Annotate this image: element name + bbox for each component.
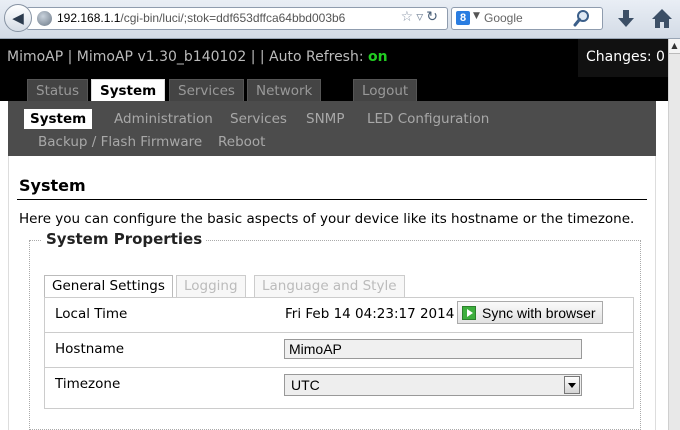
tab-logout[interactable]: Logout — [353, 79, 418, 101]
bookmark-star-icon[interactable]: ☆ — [401, 9, 417, 25]
url-text[interactable]: 192.168.1.1/cgi-bin/luci/;stok=ddf653dff… — [57, 11, 375, 25]
scroll-up-icon[interactable]: ▲ — [669, 39, 680, 54]
sync-button-label: Sync with browser — [482, 304, 596, 321]
google-engine-icon[interactable]: 8 — [456, 11, 470, 25]
site-identity-icon[interactable] — [37, 11, 52, 26]
tab-status[interactable]: Status — [27, 79, 89, 101]
fieldset-legend: System Properties — [42, 230, 207, 248]
chevron-down-icon[interactable] — [564, 376, 580, 394]
search-bar[interactable]: 8 ▼ Google — [451, 7, 603, 30]
header-title: MimoAP | MimoAP v1.30_b140102 | | Auto R… — [7, 49, 388, 65]
subnav-reboot[interactable]: Reboot — [218, 132, 265, 152]
page-description: Here you can configure the basic aspects… — [19, 211, 635, 227]
reload-icon[interactable]: ↻ — [426, 9, 441, 25]
tab-language-and-style[interactable]: Language and Style — [254, 275, 405, 297]
search-icon[interactable] — [572, 8, 596, 29]
hostname-label: Hostname — [55, 341, 125, 357]
hostname-input[interactable]: MimoAP — [284, 339, 582, 359]
header-title-text: MimoAP | MimoAP v1.30_b140102 | | Auto R… — [7, 49, 369, 65]
title-divider — [17, 199, 647, 200]
sub-navigation: System Administration Services SNMP LED … — [8, 101, 656, 156]
page-scrollbar[interactable]: ▲ — [668, 39, 680, 430]
engine-dropdown-icon[interactable]: ▼ — [473, 11, 480, 21]
play-icon — [462, 305, 476, 320]
timezone-label: Timezone — [55, 376, 121, 392]
tab-system[interactable]: System — [91, 79, 166, 101]
sync-with-browser-button[interactable]: Sync with browser — [457, 301, 603, 324]
local-time-value: Fri Feb 14 04:23:17 2014 — [285, 306, 455, 322]
page-title: System — [19, 176, 86, 195]
tab-logging[interactable]: Logging — [176, 275, 246, 297]
subnav-administration[interactable]: Administration — [114, 109, 213, 129]
page: MimoAP | MimoAP v1.30_b140102 | | Auto R… — [0, 39, 668, 430]
download-icon[interactable] — [614, 7, 638, 31]
subnav-snmp[interactable]: SNMP — [306, 109, 344, 129]
content-area: System Here you can configure the basic … — [8, 156, 656, 430]
timezone-row: Timezone UTC — [45, 368, 633, 403]
url-host: 192.168.1.1 — [57, 11, 121, 25]
subnav-system[interactable]: System — [24, 109, 93, 129]
subnav-services[interactable]: Services — [230, 109, 287, 129]
url-path: /cgi-bin/luci/;stok=ddf653dffca64bbd003b… — [120, 11, 346, 25]
hostname-row: Hostname MimoAP — [45, 333, 633, 368]
settings-table: Local Time Fri Feb 14 04:23:17 2014 Sync… — [44, 297, 634, 409]
local-time-row: Local Time Fri Feb 14 04:23:17 2014 Sync… — [45, 298, 633, 333]
changes-counter[interactable]: Changes: 0 — [578, 39, 668, 77]
main-tabs: Status System Services Network Logout — [0, 77, 668, 101]
auto-refresh-toggle[interactable]: on — [368, 49, 388, 65]
tab-general-settings[interactable]: General Settings — [44, 275, 173, 297]
url-tools: ☆▿↻ — [401, 9, 441, 25]
search-input[interactable]: Google — [484, 11, 523, 25]
header-bar: MimoAP | MimoAP v1.30_b140102 | | Auto R… — [0, 39, 668, 77]
local-time-label: Local Time — [55, 306, 128, 322]
back-arrow-icon: ◀ — [12, 9, 24, 27]
history-dropdown-icon[interactable]: ▿ — [416, 9, 426, 25]
back-button[interactable]: ◀ — [4, 4, 32, 32]
system-properties-fieldset: System Properties General Settings Loggi… — [29, 230, 641, 430]
tab-network[interactable]: Network — [247, 79, 322, 101]
subnav-led-configuration[interactable]: LED Configuration — [367, 109, 489, 129]
home-icon[interactable] — [650, 7, 674, 31]
subnav-backup-flash-firmware[interactable]: Backup / Flash Firmware — [38, 132, 202, 152]
browser-toolbar: 192.168.1.1/cgi-bin/luci/;stok=ddf653dff… — [0, 0, 680, 39]
timezone-select[interactable]: UTC — [284, 374, 582, 396]
url-bar[interactable]: 192.168.1.1/cgi-bin/luci/;stok=ddf653dff… — [26, 7, 448, 30]
timezone-selected-value: UTC — [291, 377, 320, 393]
tab-services[interactable]: Services — [169, 79, 244, 101]
